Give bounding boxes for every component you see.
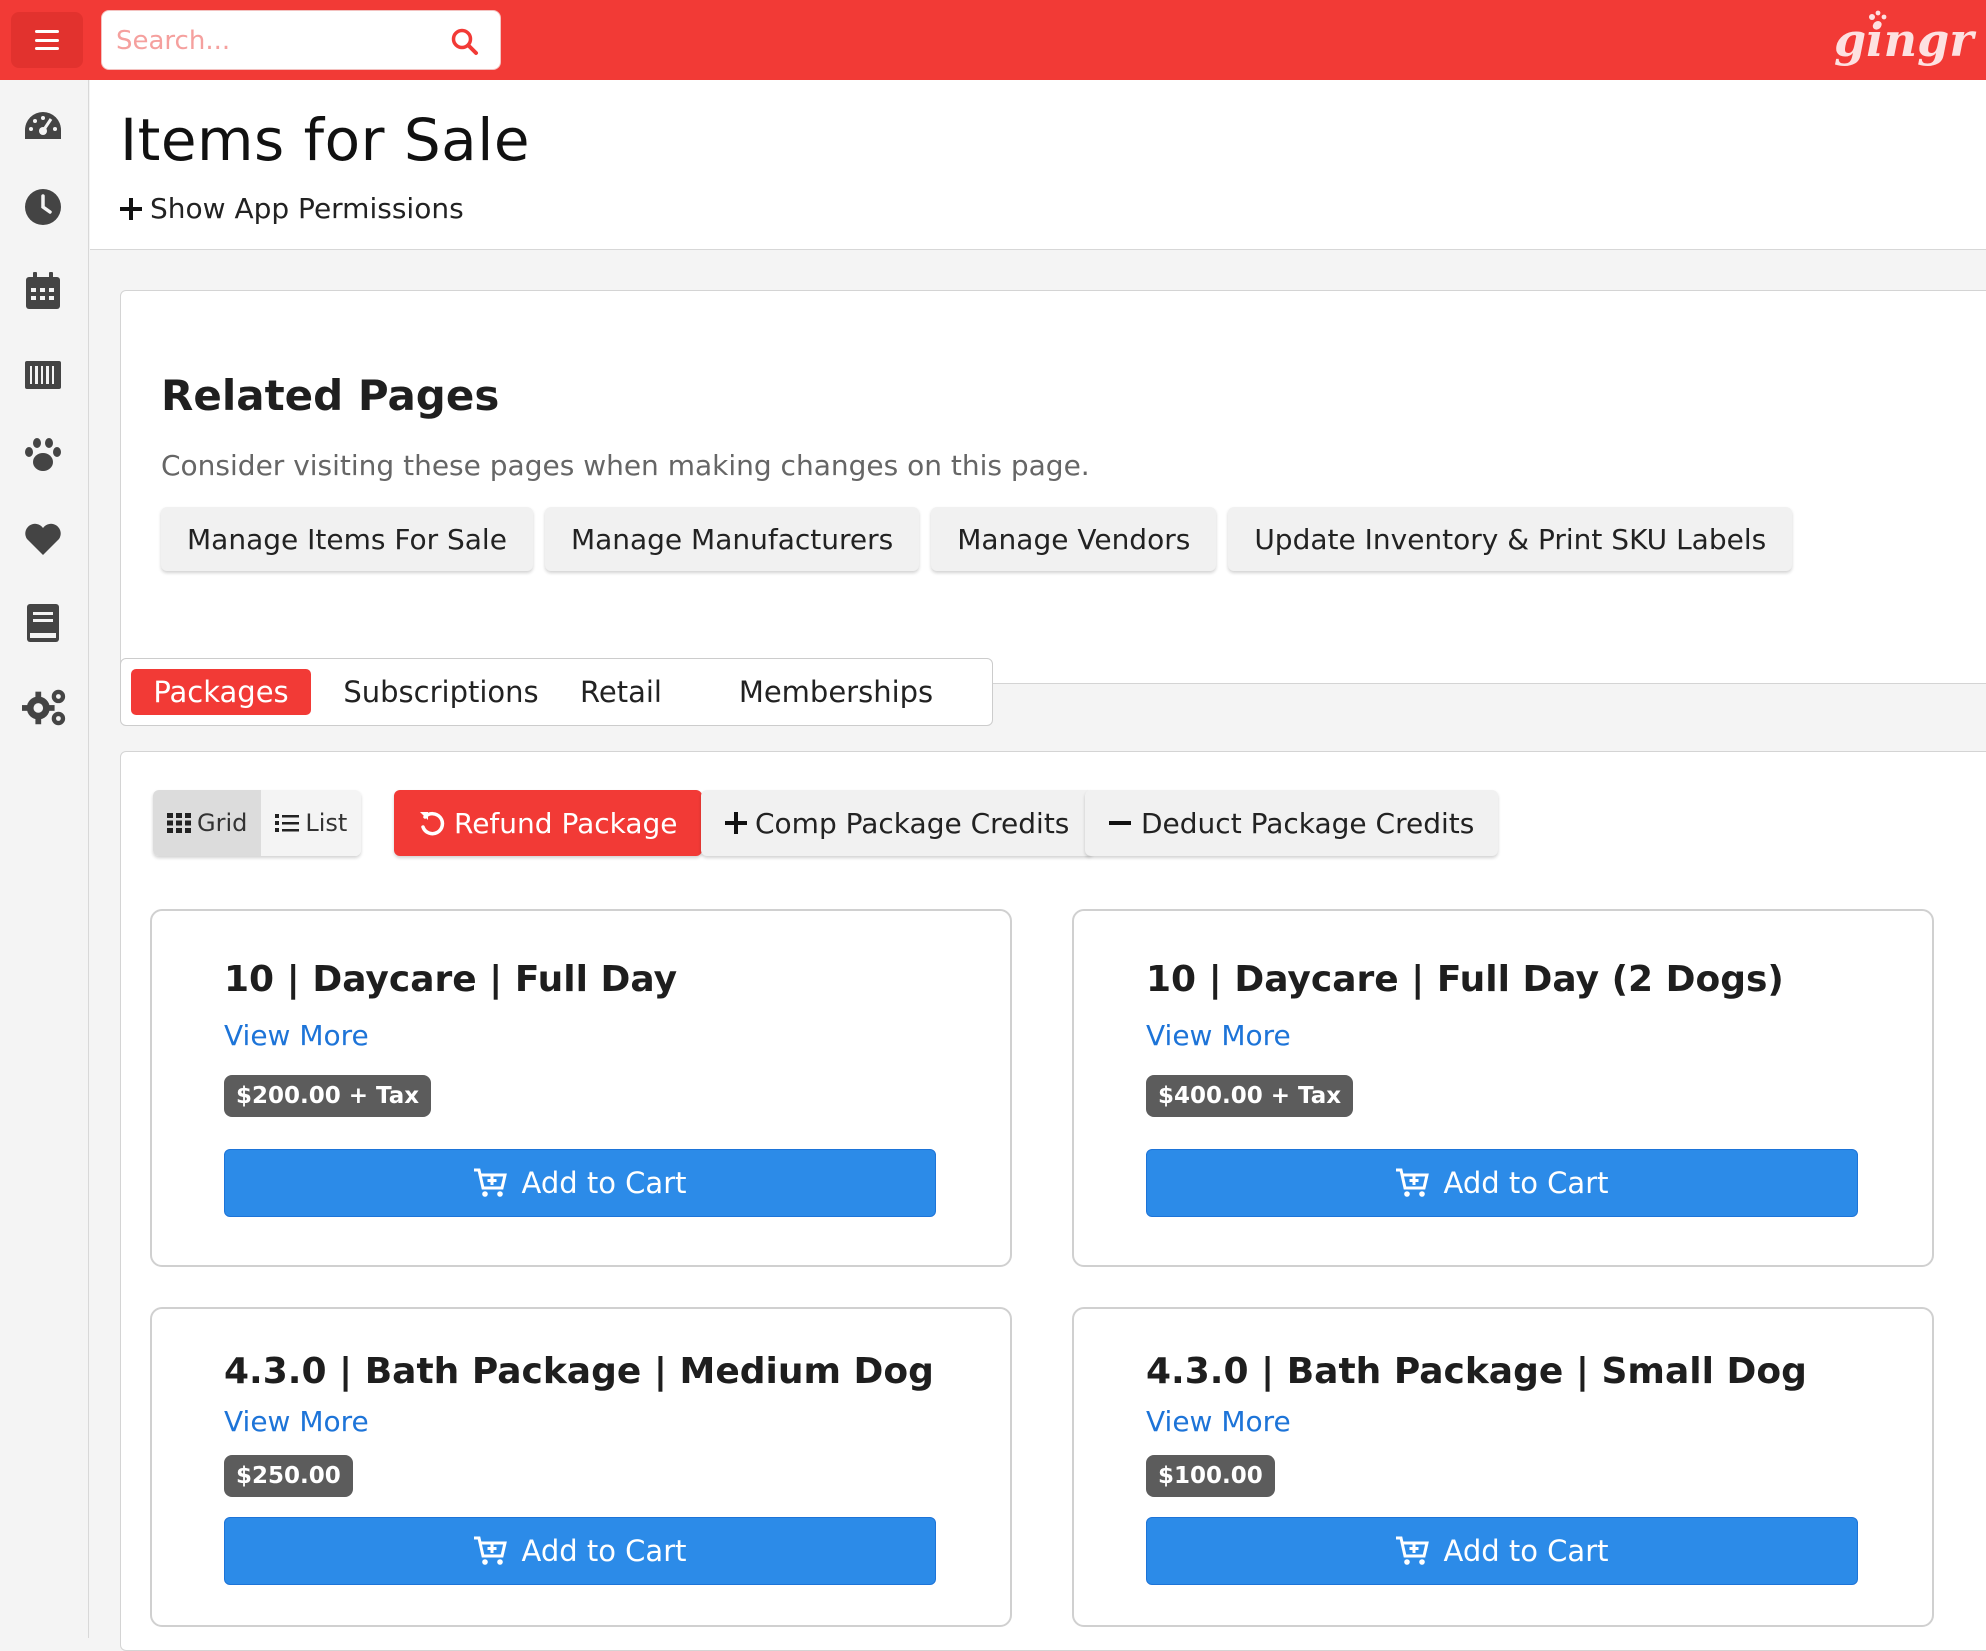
update-inventory-print-sku-labels-button[interactable]: Update Inventory & Print SKU Labels	[1228, 507, 1793, 571]
related-pages-description: Consider visiting these pages when makin…	[161, 449, 1090, 482]
gingr-logo: gingr	[1834, 10, 1977, 67]
package-title: 10 | Daycare | Full Day (2 Dogs)	[1146, 959, 1784, 1000]
package-card: 10 | Daycare | Full Day View More $200.0…	[150, 909, 1012, 1267]
manage-vendors-button[interactable]: Manage Vendors	[931, 507, 1217, 571]
settings-gears-icon	[22, 689, 66, 726]
tab-subscriptions[interactable]: Subscriptions	[341, 669, 541, 715]
sidebar-item-calendar[interactable]	[20, 268, 66, 314]
list-view-button[interactable]: List	[261, 790, 362, 856]
package-title: 4.3.0 | Bath Package | Medium Dog	[224, 1351, 934, 1392]
comp-package-credits-label: Comp Package Credits	[755, 806, 1070, 840]
sidebar-item-clock[interactable]	[20, 184, 66, 230]
top-navbar: gingr	[0, 0, 1986, 80]
price-badge: $200.00 + Tax	[224, 1075, 432, 1117]
paw-icon	[25, 438, 61, 471]
search-icon[interactable]	[450, 27, 480, 57]
svg-text:gingr: gingr	[1834, 13, 1977, 67]
heart-icon	[25, 523, 61, 555]
package-card: 10 | Daycare | Full Day (2 Dogs) View Mo…	[1072, 909, 1934, 1267]
view-more-link[interactable]: View More	[224, 1019, 369, 1052]
manage-manufacturers-button[interactable]: Manage Manufacturers	[544, 507, 920, 571]
add-to-cart-label: Add to Cart	[521, 1534, 687, 1568]
search-box	[101, 10, 501, 70]
sidebar-item-barcode[interactable]	[20, 352, 66, 398]
tab-memberships[interactable]: Memberships	[711, 669, 961, 715]
view-more-link[interactable]: View More	[1146, 1405, 1291, 1438]
add-to-cart-label: Add to Cart	[1443, 1534, 1609, 1568]
grid-view-button[interactable]: Grid	[153, 790, 262, 856]
menu-button[interactable]	[11, 12, 83, 68]
grid-icon	[167, 813, 191, 833]
related-pages-panel: Related Pages Consider visiting these pa…	[120, 290, 1986, 684]
add-to-cart-label: Add to Cart	[1443, 1166, 1609, 1200]
show-app-permissions-toggle[interactable]: Show App Permissions	[120, 192, 464, 225]
add-to-cart-label: Add to Cart	[521, 1166, 687, 1200]
refund-package-button[interactable]: Refund Package	[394, 790, 702, 856]
comp-package-credits-button[interactable]: Comp Package Credits	[701, 790, 1094, 856]
hamburger-menu-icon	[35, 30, 59, 50]
cart-plus-icon	[1396, 1536, 1430, 1565]
minus-icon	[1109, 821, 1131, 825]
package-card: 4.3.0 | Bath Package | Small Dog View Mo…	[1072, 1307, 1934, 1627]
sidebar-item-settings[interactable]	[22, 684, 68, 730]
package-title: 10 | Daycare | Full Day	[224, 959, 678, 1000]
add-to-cart-button[interactable]: Add to Cart	[1146, 1149, 1858, 1217]
deduct-package-credits-label: Deduct Package Credits	[1141, 806, 1475, 840]
dashboard-gauge-icon	[25, 112, 61, 139]
page-header: Items for Sale Show App Permissions	[90, 80, 1986, 250]
cart-plus-icon	[474, 1536, 508, 1565]
main-content: Items for Sale Show App Permissions Rela…	[90, 80, 1986, 1651]
plus-icon	[725, 812, 747, 834]
sidebar-item-pets[interactable]	[20, 432, 66, 478]
book-icon	[27, 604, 59, 642]
tab-packages[interactable]: Packages	[131, 669, 311, 715]
barcode-icon	[25, 361, 61, 389]
list-icon	[275, 814, 300, 832]
manage-items-for-sale-button[interactable]: Manage Items For Sale	[161, 507, 533, 571]
packages-panel: Grid List Refund Package Comp Package Cr…	[120, 751, 1986, 1651]
related-pages-heading: Related Pages	[161, 371, 500, 420]
list-view-label: List	[305, 809, 348, 837]
sidebar-item-dashboard[interactable]	[20, 104, 66, 150]
view-more-link[interactable]: View More	[224, 1405, 369, 1438]
price-badge: $250.00	[224, 1455, 353, 1497]
price-badge: $400.00 + Tax	[1146, 1075, 1354, 1117]
add-to-cart-button[interactable]: Add to Cart	[1146, 1517, 1858, 1585]
package-title: 4.3.0 | Bath Package | Small Dog	[1146, 1351, 1807, 1392]
price-badge: $100.00	[1146, 1455, 1275, 1497]
view-more-link[interactable]: View More	[1146, 1019, 1291, 1052]
add-to-cart-button[interactable]: Add to Cart	[224, 1517, 936, 1585]
sidebar	[0, 80, 89, 1638]
package-card: 4.3.0 | Bath Package | Medium Dog View M…	[150, 1307, 1012, 1627]
undo-icon	[420, 811, 445, 836]
refund-package-label: Refund Package	[454, 806, 678, 840]
sidebar-item-favorites[interactable]	[20, 516, 66, 562]
sidebar-item-book[interactable]	[20, 600, 66, 646]
add-to-cart-button[interactable]: Add to Cart	[224, 1149, 936, 1217]
show-app-permissions-label: Show App Permissions	[150, 192, 464, 225]
tab-retail[interactable]: Retail	[561, 669, 681, 715]
deduct-package-credits-button[interactable]: Deduct Package Credits	[1085, 790, 1499, 856]
grid-view-label: Grid	[197, 809, 248, 837]
plus-icon	[120, 197, 142, 220]
related-pages-buttons: Manage Items For Sale Manage Manufacture…	[161, 507, 1793, 571]
cart-plus-icon	[1396, 1168, 1430, 1197]
cart-plus-icon	[474, 1168, 508, 1197]
view-toggle: Grid List	[153, 790, 362, 856]
search-input[interactable]	[116, 21, 436, 61]
item-type-tabs: Packages Subscriptions Retail Membership…	[120, 658, 993, 726]
clock-icon	[25, 189, 61, 225]
calendar-icon	[26, 272, 60, 309]
page-title: Items for Sale	[120, 106, 531, 174]
